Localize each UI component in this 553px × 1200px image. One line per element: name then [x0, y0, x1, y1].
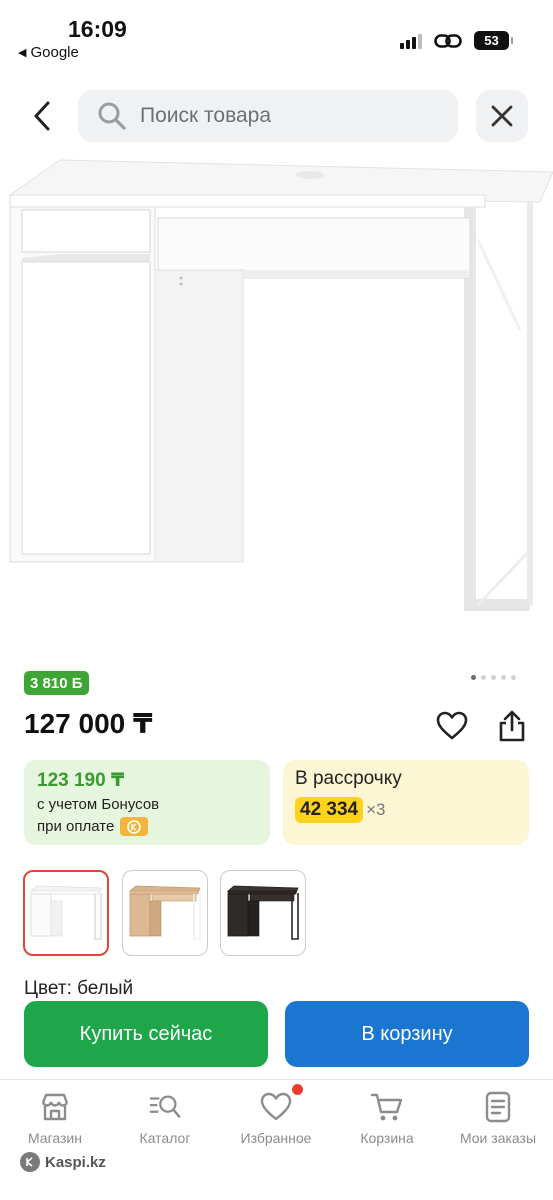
signal-icon: [400, 33, 422, 49]
bonus-line-1-text: с учетом Бонусов: [37, 796, 160, 813]
product-image[interactable]: [0, 150, 553, 650]
heart-icon: [436, 711, 468, 740]
tab-store[interactable]: Магазин: [0, 1090, 110, 1146]
desk-image: [8, 159, 553, 611]
notification-dot: [292, 1084, 303, 1095]
share-button[interactable]: [492, 706, 532, 746]
installment-row: 42 334 ×3: [295, 797, 517, 823]
watermark-text: Kaspi.kz: [45, 1153, 106, 1171]
favorite-button[interactable]: [434, 708, 470, 744]
heart-icon: [259, 1084, 303, 1124]
pager-dot: [491, 675, 496, 680]
back-triangle-icon: ◀: [18, 47, 27, 59]
product-price: 127 000 ₸: [24, 708, 153, 739]
color-label: Цвет: белый: [24, 978, 134, 999]
installment-amount: 42 334: [295, 797, 364, 823]
installment-title: В рассрочку: [295, 768, 402, 789]
tab-favorites[interactable]: Избранное: [221, 1084, 331, 1146]
battery-level: 53: [484, 33, 499, 48]
bonus-badge: 3 810 Б: [24, 671, 89, 695]
bonus-line-1: с учетом Бонусов: [37, 796, 257, 813]
installment-multiplier: ×3: [366, 800, 386, 819]
chevron-left-icon: [34, 101, 50, 131]
tab-cart[interactable]: Корзина: [332, 1090, 442, 1146]
variant-oak[interactable]: [122, 870, 208, 956]
kaspi-logo-icon: [120, 817, 149, 836]
bottom-tab-bar: Магазин Каталог Избранное Корзина Мои за…: [0, 1079, 553, 1155]
search-box[interactable]: [78, 90, 458, 142]
status-bar: 16:09 ◀ Google 53: [0, 0, 553, 70]
status-icons: 53: [400, 31, 513, 50]
orders-icon: [481, 1090, 515, 1124]
search-icon: [98, 102, 126, 130]
bonus-line-2: при оплате: [37, 817, 257, 836]
pager-dot: [511, 675, 516, 680]
back-to-app[interactable]: ◀ Google: [18, 44, 79, 61]
kaspi-watermark: Kaspi.kz: [20, 1152, 106, 1172]
tab-label: Корзина: [360, 1130, 414, 1146]
buy-now-button[interactable]: Купить сейчас: [24, 1001, 268, 1067]
tab-catalog[interactable]: Каталог: [110, 1090, 220, 1146]
variant-white[interactable]: [23, 870, 109, 956]
close-icon: [491, 105, 513, 127]
desk-black-thumbnail: [226, 885, 299, 940]
tab-label: Магазин: [27, 1130, 82, 1146]
bonus-price: 123 190 ₸: [37, 770, 125, 791]
variant-black-brown[interactable]: [220, 870, 306, 956]
back-button[interactable]: [22, 96, 62, 136]
pager-dot: [481, 675, 486, 680]
status-time: 16:09: [68, 16, 127, 42]
image-pager: [471, 675, 516, 680]
desk-oak-thumbnail: [128, 885, 201, 940]
close-button[interactable]: [476, 90, 528, 142]
add-to-cart-button[interactable]: В корзину: [285, 1001, 529, 1067]
search-input[interactable]: [140, 104, 440, 128]
cart-icon: [370, 1090, 404, 1124]
search-header: [0, 88, 553, 144]
bonus-price-card[interactable]: 123 190 ₸ с учетом Бонусов при оплате: [24, 760, 270, 845]
back-app-label: Google: [30, 44, 79, 61]
bonus-line-2-text: при оплате: [37, 818, 115, 835]
catalog-search-icon: [148, 1090, 182, 1124]
link-icon: [434, 33, 462, 48]
battery-icon: 53: [474, 31, 513, 50]
tab-label: Мои заказы: [459, 1130, 537, 1146]
pager-dot: [501, 675, 506, 680]
tab-label: Каталог: [139, 1130, 191, 1146]
installment-card[interactable]: В рассрочку 42 334 ×3: [283, 760, 529, 845]
tab-label: Избранное: [240, 1130, 312, 1146]
share-icon: [499, 710, 525, 742]
pager-dot: [471, 675, 476, 680]
desk-white-thumbnail: [29, 885, 102, 940]
tab-orders[interactable]: Мои заказы: [443, 1090, 553, 1146]
kaspi-logo-icon: [20, 1152, 40, 1172]
store-icon: [38, 1090, 72, 1124]
